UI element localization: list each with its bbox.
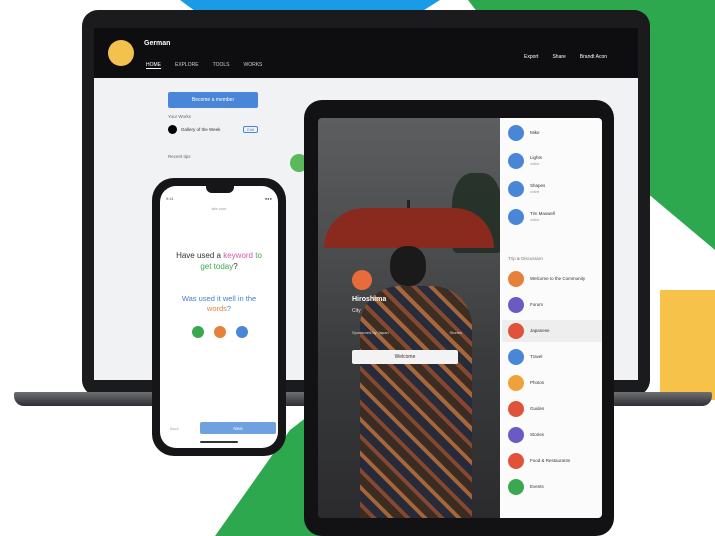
sidebar-item-welcome[interactable]: Welcome to the Community: [508, 268, 600, 290]
hero-photo: Hiroshima City Sponsored by Japan Storie…: [318, 118, 502, 518]
sidebar-user-label: Shapes online: [530, 183, 546, 194]
sidebar-item-japanese[interactable]: Japanese: [502, 320, 602, 342]
channel-icon: [508, 297, 524, 313]
sidebar-user-label: Tim Maxwell online: [530, 211, 555, 222]
nav-item-works[interactable]: WORKS: [243, 62, 262, 69]
q2-keyword: words: [206, 304, 227, 313]
status-time: 9:41: [166, 196, 174, 201]
tablet-screen: Hiroshima City Sponsored by Japan Storie…: [318, 118, 602, 518]
sidebar-item-events[interactable]: Events: [508, 476, 600, 498]
channel-icon: [508, 401, 524, 417]
sidebar-user-3[interactable]: Shapes online: [508, 178, 600, 200]
q2-text-a: Was used it well in the: [181, 294, 257, 303]
overlay-subtitle: City: [352, 308, 361, 314]
sidebar-section-title: Trip & Discussion: [508, 256, 543, 261]
user-avatar-icon: [508, 209, 524, 225]
sidebar-item-guides[interactable]: Guides: [508, 398, 600, 420]
phone-screen: 9:41 ●●● site.com Have used a keyword to…: [160, 186, 278, 448]
meta-left: Sponsored by Japan: [352, 330, 389, 335]
next-button[interactable]: Next: [200, 422, 276, 434]
question-1: Have used a keyword to get today?: [170, 250, 268, 272]
sidebar-user-2[interactable]: Lights online: [508, 150, 600, 172]
answer-green-button[interactable]: [192, 326, 204, 338]
sidebar-item-stories[interactable]: Stories: [508, 424, 600, 446]
home-indicator: [200, 441, 238, 443]
sidebar-item-label: Events: [530, 484, 544, 489]
q1-mark: ?: [233, 262, 238, 271]
panel-label: Your Works: [168, 114, 192, 119]
answer-options: [192, 326, 248, 338]
q1-keyword: keyword: [223, 251, 254, 260]
edit-button[interactable]: Edit: [243, 125, 258, 133]
status-icons: ●●●: [264, 196, 272, 201]
member-button[interactable]: Become a member: [168, 92, 258, 108]
yellow-shape: [660, 290, 715, 400]
phone-status-bar: 9:41 ●●●: [166, 196, 272, 201]
channel-icon: [508, 453, 524, 469]
answer-blue-button[interactable]: [236, 326, 248, 338]
umbrella-shape: [324, 208, 494, 248]
overlay-title: Hiroshima: [352, 296, 387, 303]
phone-notch: [206, 186, 234, 193]
question-2: Was used it well in the words?: [170, 294, 268, 314]
sidebar-item-label: Travel: [530, 354, 543, 359]
overlay-meta: Sponsored by Japan Stories: [352, 330, 462, 335]
q2-mark: ?: [226, 304, 232, 313]
back-button[interactable]: Back: [170, 426, 179, 431]
nav-tabs: HOME EXPLORE TOOLS WORKS: [146, 62, 262, 69]
topbar-actions: Export Share Brandt Acon: [524, 54, 607, 60]
laptop-topbar: German HOME EXPLORE TOOLS WORKS Export S…: [94, 28, 638, 78]
channel-icon: [508, 349, 524, 365]
nav-item-tools[interactable]: TOOLS: [213, 62, 230, 69]
export-link[interactable]: Export: [524, 54, 538, 60]
account-menu[interactable]: Brandt Acon: [580, 54, 607, 60]
channel-icon: [508, 323, 524, 339]
channel-icon: [508, 479, 524, 495]
answer-orange-button[interactable]: [214, 326, 226, 338]
sidebar-item-label: Welcome to the Community: [530, 276, 586, 281]
meta-right: Stories: [449, 330, 462, 335]
user-avatar-icon: [508, 125, 524, 141]
sidebar-user-label: Mike: [530, 130, 540, 135]
sidebar-item-label: Stories: [530, 432, 545, 437]
nav-item-home[interactable]: HOME: [146, 62, 161, 69]
channel-icon: [508, 427, 524, 443]
sidebar-item-travel[interactable]: Travel: [508, 346, 600, 368]
community-avatar: [352, 270, 372, 290]
gallery-row[interactable]: Gallery of the Week Edit: [168, 124, 258, 134]
user-avatar-icon: [508, 153, 524, 169]
sidebar-item-label: Forum: [530, 302, 544, 307]
q1-text-a: Have used a: [176, 251, 221, 260]
user-avatar-icon: [508, 181, 524, 197]
sidebar-item-label: Food & Restaurants: [530, 458, 571, 463]
sidebar-item-photos[interactable]: Photos: [508, 372, 600, 394]
nav-item-explore[interactable]: EXPLORE: [175, 62, 199, 69]
section-label: Recent tips: [168, 154, 191, 159]
phone-url-bar[interactable]: site.com: [190, 206, 248, 211]
sidebar-item-label: Photos: [530, 380, 545, 385]
welcome-button[interactable]: Welcome: [352, 350, 458, 364]
sidebar-user-label: Lights online: [530, 155, 543, 166]
sidebar-item-forum[interactable]: Forum: [508, 294, 600, 316]
sidebar-item-label: Guides: [530, 406, 545, 411]
sidebar-item-food[interactable]: Food & Restaurants: [508, 450, 600, 472]
share-link[interactable]: Share: [552, 54, 565, 60]
row-label: Gallery of the Week: [181, 126, 221, 132]
sidebar-item-label: Japanese: [530, 328, 550, 333]
channel-icon: [508, 375, 524, 391]
channel-icon: [508, 271, 524, 287]
avatar[interactable]: [108, 40, 134, 66]
kimono-shape: [360, 286, 472, 518]
row-avatar: [168, 124, 177, 134]
sidebar-user-4[interactable]: Tim Maxwell online: [508, 206, 600, 228]
person-head: [390, 246, 426, 286]
tablet-sidebar: Mike Lights online Shapes online Tim Maxwe…: [500, 118, 602, 518]
sidebar-user-1[interactable]: Mike: [508, 122, 600, 144]
user-name: German: [144, 40, 171, 47]
